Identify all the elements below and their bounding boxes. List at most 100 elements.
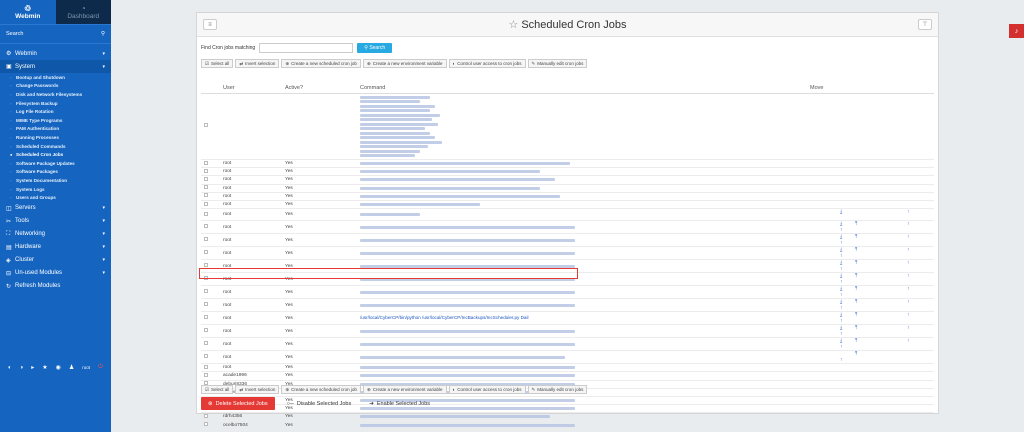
move-top-icon[interactable]: ↑ xyxy=(907,273,922,279)
sidebar-item-running-processes[interactable]: ◦ Running Processes xyxy=(0,133,111,142)
move-bottom-icon[interactable]: ↑ xyxy=(840,279,855,285)
command-cell[interactable] xyxy=(360,412,810,422)
sidebar-item-system-logs[interactable]: ◦ System Logs xyxy=(0,185,111,194)
sidebar-category-refresh-modules[interactable]: ↻ Refresh Modules xyxy=(0,280,111,293)
move-bottom-icon[interactable]: ↑ xyxy=(840,318,855,324)
command-link[interactable] xyxy=(360,178,555,182)
move-bottom-icon[interactable]: ↑ xyxy=(840,357,855,363)
enable-selected-jobs-button[interactable]: ➔ Enable Selected Jobs xyxy=(363,397,436,410)
row-checkbox[interactable] xyxy=(204,168,208,173)
move-up-icon[interactable]: ⤒ xyxy=(855,338,907,344)
command-link[interactable] xyxy=(360,251,575,255)
command-cell[interactable] xyxy=(360,184,810,193)
sidebar-item-filesystem-backup[interactable]: ◦ Filesystem Backup xyxy=(0,99,111,108)
command-cell[interactable] xyxy=(360,208,810,222)
command-cell[interactable] xyxy=(360,192,810,201)
command-link[interactable] xyxy=(360,329,575,333)
move-top-icon[interactable]: ↑ xyxy=(907,247,922,253)
move-up-icon[interactable]: ⤒ xyxy=(855,286,907,292)
command-link[interactable] xyxy=(360,366,575,370)
command-cell[interactable] xyxy=(360,285,810,300)
move-bottom-icon[interactable]: ↑ xyxy=(840,266,855,272)
sidebar-item-pam-authentication[interactable]: ◦ PAM Authentication xyxy=(0,125,111,134)
sidebar-item-log-file-rotation[interactable]: ◦ Log File Rotation xyxy=(0,107,111,116)
action-create-a-new-scheduled-cron-job-button[interactable]: ⊕ Create a new scheduled cron job xyxy=(281,59,361,68)
action-create-a-new-scheduled-cron-job-button[interactable]: ⊕ Create a new scheduled cron job xyxy=(281,385,361,394)
notifications-icon[interactable]: ♪ xyxy=(1009,24,1024,38)
command-link[interactable] xyxy=(360,162,570,166)
action-manually-edit-cron-jobs-button[interactable]: ✎ Manually edit cron jobs xyxy=(527,59,588,68)
sidebar-item-scheduled-commands[interactable]: ◦ Scheduled Commands xyxy=(0,142,111,151)
move-top-icon[interactable]: ↑ xyxy=(907,286,922,292)
move-bottom-icon[interactable]: ↑ xyxy=(840,344,855,350)
sidebar-item-software-packages[interactable]: ◦ Software Packages xyxy=(0,168,111,177)
action-manually-edit-cron-jobs-button[interactable]: ✎ Manually edit cron jobs xyxy=(527,385,588,394)
row-checkbox[interactable] xyxy=(204,201,208,206)
search-button[interactable]: ⚲ Search xyxy=(357,43,393,53)
star-icon[interactable]: ☆ xyxy=(508,18,518,31)
col-user[interactable]: User xyxy=(223,84,285,94)
search-input[interactable] xyxy=(259,43,354,53)
row-checkbox[interactable] xyxy=(204,224,208,229)
row-checkbox[interactable] xyxy=(204,263,208,268)
row-checkbox[interactable] xyxy=(204,372,208,377)
row-checkbox[interactable] xyxy=(204,315,208,320)
move-top-icon[interactable]: ↑ xyxy=(907,221,922,227)
user-icon[interactable]: ♟ xyxy=(69,364,74,371)
move-bottom-icon[interactable]: ↑ xyxy=(840,240,855,246)
move-top-icon[interactable]: ↑ xyxy=(907,338,922,344)
row-checkbox[interactable] xyxy=(204,250,208,255)
command-cell[interactable] xyxy=(360,233,810,248)
move-up-icon[interactable]: ⤒ xyxy=(855,221,907,227)
command-cell[interactable] xyxy=(360,298,810,313)
row-checkbox[interactable] xyxy=(204,176,208,181)
move-top-icon[interactable]: ↑ xyxy=(907,209,922,215)
command-link[interactable] xyxy=(360,374,575,378)
disable-selected-jobs-button[interactable]: ○─ Disable Selected Jobs xyxy=(281,397,358,410)
move-top-icon[interactable]: ↑ xyxy=(907,234,922,240)
sidebar-category-hardware[interactable]: ▤ Hardware ▾ xyxy=(0,241,111,254)
sidebar-category-networking[interactable]: ⛶ Networking ▾ xyxy=(0,228,111,241)
command-cell[interactable] xyxy=(360,350,810,365)
action-select-all-button[interactable]: ☑ Select all xyxy=(201,385,234,394)
command-cell[interactable] xyxy=(360,93,810,160)
command-link[interactable] xyxy=(360,213,420,217)
command-link[interactable] xyxy=(360,170,540,174)
command-cell[interactable] xyxy=(360,175,810,185)
command-link[interactable] xyxy=(360,415,550,419)
move-top-icon[interactable]: ↑ xyxy=(907,260,922,266)
row-checkbox[interactable] xyxy=(204,160,208,165)
row-checkbox[interactable] xyxy=(204,302,208,307)
command-cell[interactable] xyxy=(360,167,810,177)
row-checkbox[interactable] xyxy=(204,289,208,294)
command-link[interactable] xyxy=(360,225,575,229)
command-cell[interactable] xyxy=(360,246,810,261)
sidebar-item-users-and-groups[interactable]: ◦ Users and Groups xyxy=(0,193,111,202)
command-link[interactable] xyxy=(360,203,480,207)
row-checkbox[interactable] xyxy=(204,193,208,198)
command-cell[interactable] xyxy=(360,200,810,210)
command-link[interactable] xyxy=(360,423,575,427)
row-checkbox[interactable] xyxy=(204,237,208,242)
sidebar-category-webmin[interactable]: ⚙ Webmin ▾ xyxy=(0,47,111,60)
command-cell[interactable] xyxy=(360,220,810,235)
row-checkbox[interactable] xyxy=(204,328,208,333)
row-checkbox[interactable] xyxy=(204,185,208,190)
move-bottom-icon[interactable]: ↑ xyxy=(840,331,855,337)
command-link[interactable] xyxy=(360,303,575,307)
command-cell[interactable] xyxy=(360,371,810,381)
sidebar-category-tools[interactable]: ✂ Tools ▾ xyxy=(0,215,111,228)
command-link[interactable] xyxy=(360,342,575,346)
command-cell[interactable] xyxy=(360,363,810,373)
command-link[interactable] xyxy=(360,355,565,359)
logout-icon[interactable]: ⏻ xyxy=(98,364,103,371)
command-link[interactable] xyxy=(360,186,540,190)
command-cell[interactable]: /usr/local/CyberCP/bin/python /usr/local… xyxy=(360,311,810,326)
move-down-icon[interactable]: ⤓ xyxy=(840,209,855,215)
tab-dashboard[interactable]: ◔ Dashboard xyxy=(55,0,111,24)
filter-button[interactable]: ⊤ xyxy=(918,19,932,30)
sidebar-item-mime-type-programs[interactable]: ◦ MIME Type Programs xyxy=(0,116,111,125)
command-link[interactable]: /usr/local/CyberCP/bin/python /usr/local… xyxy=(360,315,529,320)
move-top-icon[interactable]: ↑ xyxy=(907,325,922,331)
row-checkbox[interactable] xyxy=(204,341,208,346)
